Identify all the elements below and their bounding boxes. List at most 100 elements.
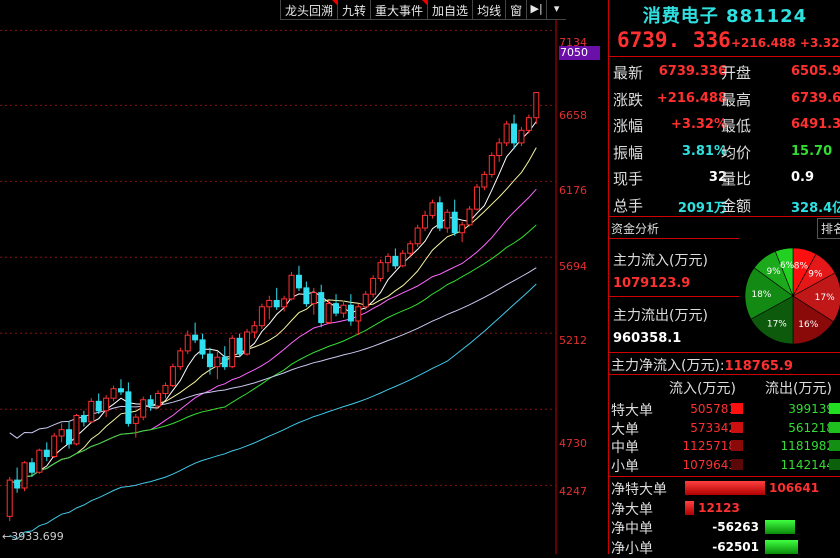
net-flow-row: 净特大单 106641	[609, 478, 840, 498]
candle-body	[58, 429, 65, 437]
low-price-marker: ←3933.699	[2, 530, 64, 543]
quote-label: 量比	[721, 170, 752, 188]
candle-body	[318, 292, 325, 324]
candle-body	[95, 400, 102, 412]
candle-body	[496, 142, 503, 157]
main-inflow-value: 1079123.9	[613, 276, 691, 291]
quote-row: 现手 32 量比 0.9	[609, 164, 840, 190]
candle-body	[459, 224, 466, 234]
quote-value: 0.9	[791, 170, 815, 185]
quote-label: 均价	[721, 143, 752, 162]
candle-body	[466, 208, 473, 226]
candle-body	[525, 117, 532, 131]
order-size-label: 中单	[611, 440, 639, 456]
candle-body	[333, 303, 340, 314]
divider	[609, 296, 739, 297]
candle-body	[236, 337, 243, 355]
current-price-tag: 7050	[559, 46, 600, 60]
candle-body	[206, 353, 213, 368]
candle-body	[407, 243, 414, 254]
flow-row: 大单 573342 561218	[609, 419, 840, 438]
main-net-inflow: 主力净流入(万元):118765.9	[611, 355, 793, 375]
candle-body	[473, 186, 480, 210]
major-events-button[interactable]: 重大事件	[370, 0, 428, 20]
quote-value: 328.4亿	[791, 200, 840, 216]
fund-pie-chart: 8%9%17%16%17%18%9%6%	[744, 247, 840, 345]
low-price-label: 3933.699	[11, 530, 64, 543]
candle-body	[88, 400, 95, 423]
price-tick-label: 4247	[559, 485, 587, 498]
moving-average-button[interactable]: 均线	[472, 0, 506, 20]
quote-value: 2091万	[677, 200, 727, 216]
candle-body	[518, 129, 525, 144]
current-price: 6739. 336	[617, 28, 731, 52]
price-tick-label: 5694	[559, 260, 587, 273]
net-flow-row: 净中单 -56263	[609, 517, 840, 537]
candle-body	[266, 299, 273, 308]
price-tick-label: 6658	[559, 109, 587, 122]
net-flow-bar	[765, 520, 795, 534]
divider	[609, 216, 840, 217]
candle-body	[192, 334, 199, 341]
jiuzhuan-button[interactable]: 九转	[337, 0, 371, 20]
candle-body	[481, 173, 488, 188]
quote-panel: 消费电子 881124 6739. 336 +216.488 +3.32% 最新…	[608, 0, 840, 557]
change-value: +216.488	[731, 36, 796, 50]
net-flow-label: 净特大单	[611, 482, 667, 498]
candle-body	[511, 123, 518, 144]
quote-row: 总手 2091万 金额 328.4亿	[609, 191, 840, 217]
net-flow-value: -62501	[712, 539, 759, 554]
pie-label: 16%	[798, 320, 818, 330]
quote-value: 6491.34	[791, 117, 840, 132]
outflow-value: 1181982	[780, 439, 834, 453]
candle-body	[444, 211, 451, 229]
candle-body	[110, 388, 117, 399]
outflow-header: 流出(万元)	[765, 381, 832, 397]
candle-body	[36, 449, 43, 473]
candle-body	[288, 274, 295, 300]
quote-value: +3.32%	[671, 117, 727, 132]
net-flow-value: -56263	[712, 520, 759, 534]
candle-body	[251, 325, 258, 333]
candle-body	[140, 399, 147, 418]
order-size-label: 大单	[611, 421, 639, 438]
longtou-button[interactable]: 龙头回溯	[280, 0, 338, 20]
pie-label: 9%	[808, 270, 823, 280]
pie-label: 18%	[751, 290, 771, 300]
quote-label: 最低	[721, 117, 752, 135]
divider	[609, 476, 840, 477]
divider	[609, 352, 840, 353]
candle-body	[370, 277, 377, 295]
quote-label: 涨幅	[613, 117, 644, 135]
quote-value: 6739.63	[791, 90, 840, 106]
chevron-down-icon[interactable]: ▾	[546, 0, 567, 20]
tab-ranking[interactable]: 排名	[817, 218, 840, 239]
net-flow-row: 净大单 12123	[609, 498, 840, 518]
inflow-value: 1125718	[682, 439, 736, 453]
candle-body	[155, 392, 162, 407]
quote-value: 6739.336	[658, 64, 727, 79]
candle-body	[488, 155, 495, 175]
pie-label: 6%	[780, 261, 795, 271]
quote-label: 开盘	[721, 64, 752, 82]
play-end-icon[interactable]: ▶|	[526, 0, 547, 20]
candle-body	[362, 293, 369, 308]
inflow-value: 505781	[690, 402, 736, 416]
quote-label: 总手	[613, 196, 644, 215]
quote-row: 涨跌 +216.488 最高 6739.63	[609, 85, 840, 111]
inflow-swatch	[731, 421, 743, 433]
chart-toolbar: 龙头回溯 九转 重大事件 加自选 均线 窗 ▶| ▾	[280, 0, 567, 20]
candle-body	[273, 299, 280, 308]
flow-row: 小单 1079643 1142144	[609, 456, 840, 475]
add-watchlist-button[interactable]: 加自选	[427, 0, 473, 20]
pie-label: 8%	[794, 261, 809, 271]
candle-body	[384, 255, 391, 264]
window-button[interactable]: 窗	[505, 0, 527, 20]
net-flow-bar	[685, 481, 765, 495]
kline-chart[interactable]	[0, 0, 608, 554]
candle-body	[184, 334, 191, 352]
divider	[609, 374, 840, 375]
candle-body	[6, 479, 13, 517]
order-size-label: 特大单	[611, 403, 653, 419]
main-inflow-label: 主力流入(万元)	[613, 253, 708, 269]
